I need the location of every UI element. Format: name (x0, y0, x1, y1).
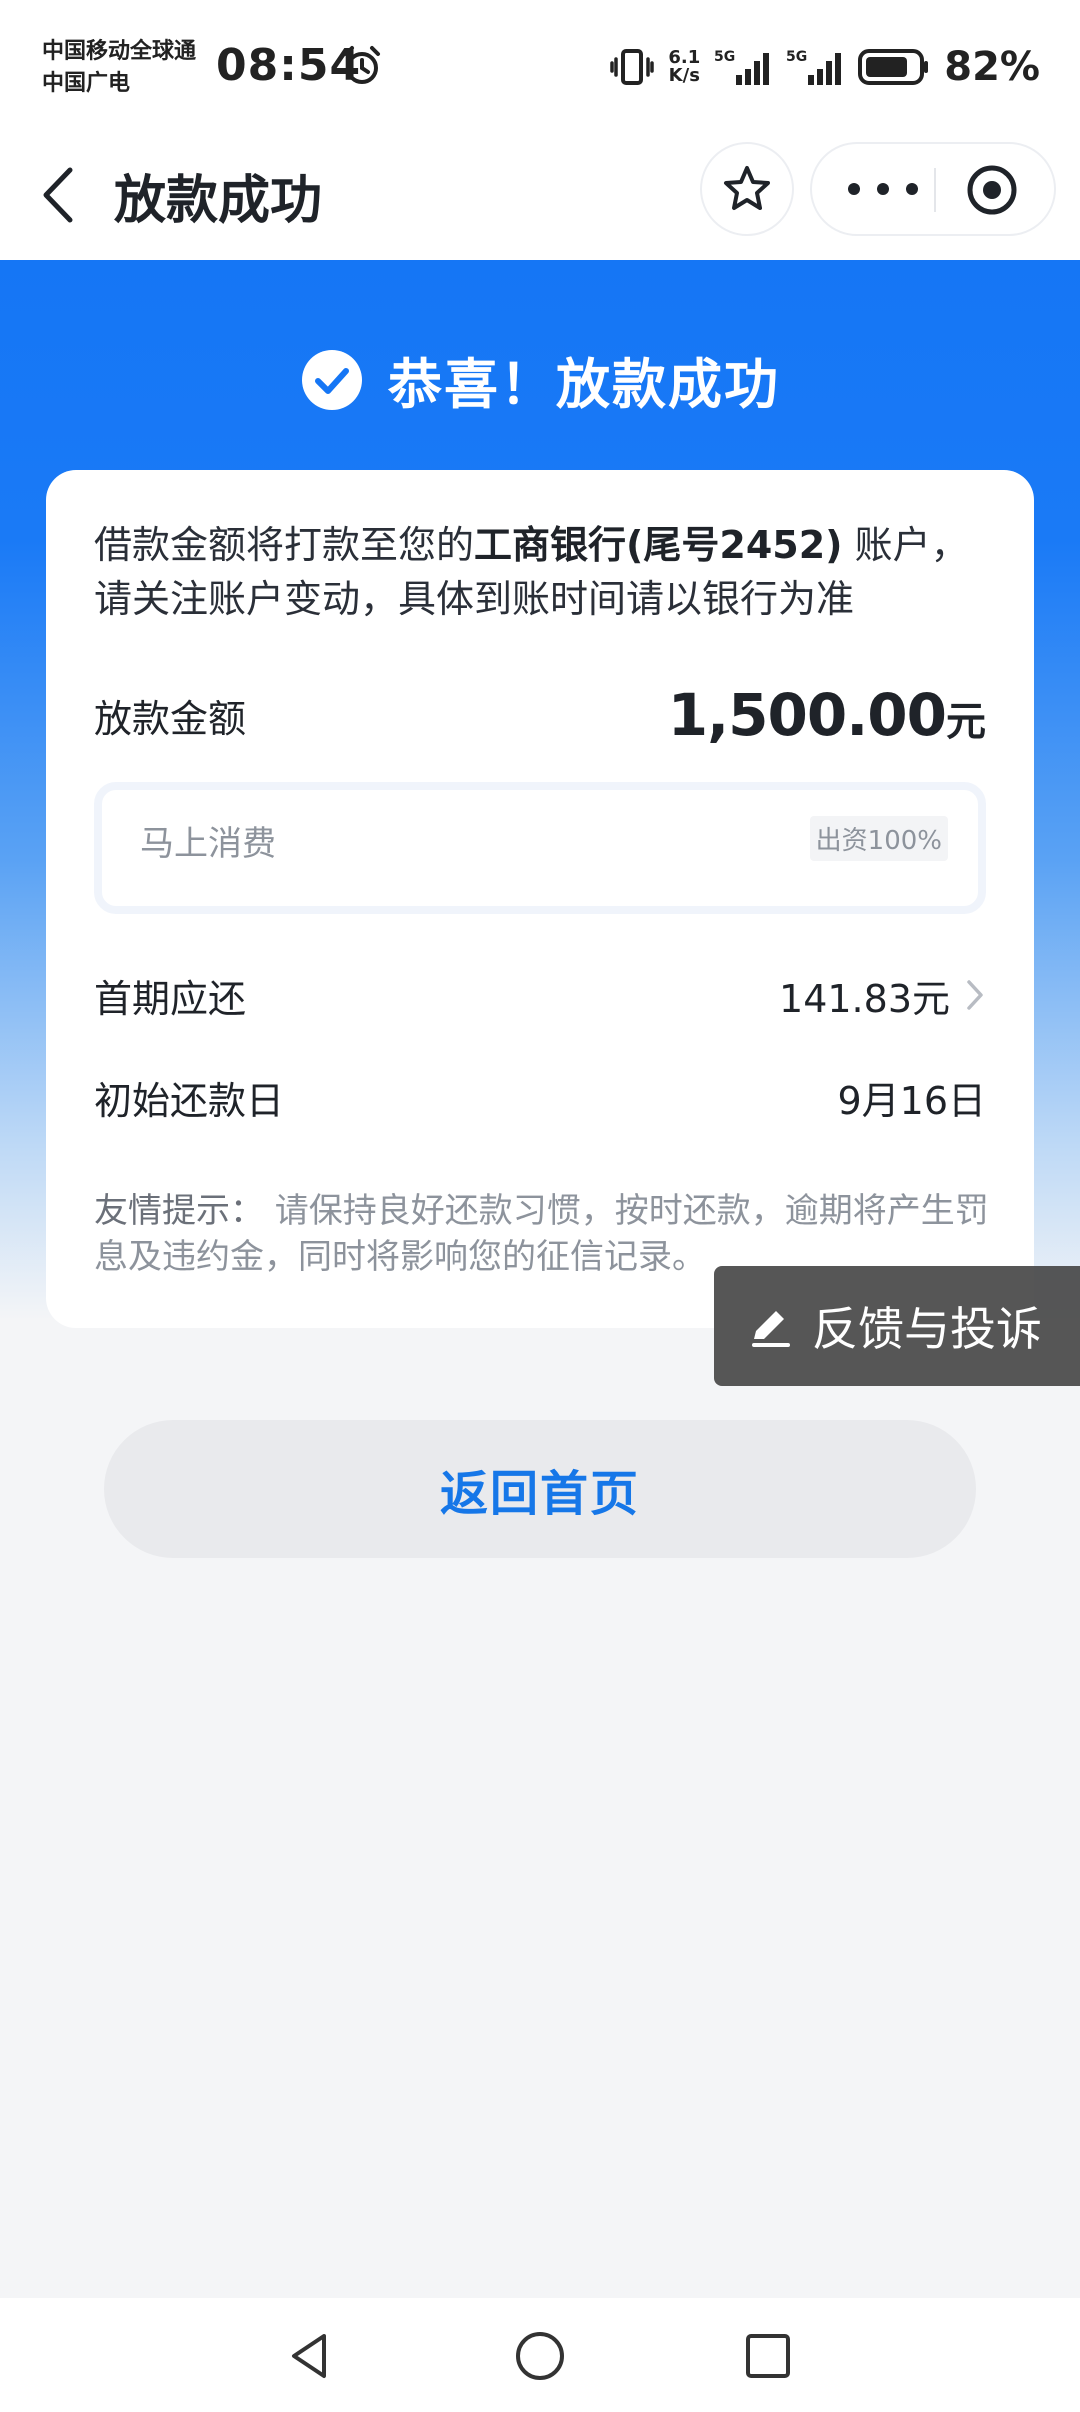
carrier-info: 中国移动全球通 中国广电 (42, 36, 196, 100)
battery-icon (858, 49, 929, 85)
notice-prefix: 借款金额将打款至您的 (94, 523, 475, 567)
funder-box: 马上消费 出资100% (94, 782, 986, 914)
page-title: 放款成功 (114, 171, 323, 231)
chevron-left-icon[interactable] (36, 160, 80, 230)
net-speed-unit: K/s (668, 65, 700, 86)
first-repayment-row[interactable]: 首期应还 141.83元 (94, 960, 986, 1030)
pencil-icon (752, 1311, 790, 1347)
notice-bank: 工商银行(尾号2452) (474, 523, 843, 567)
success-text: 恭喜！放款成功 (388, 353, 780, 416)
loan-amount-row: 放款金额 1,500.00元 (94, 680, 986, 750)
first-repayment: 141.83元 (779, 968, 986, 1023)
transfer-notice: 借款金额将打款至您的工商银行(尾号2452) 账户，请关注账户变动，具体到账时间… (94, 518, 994, 626)
status-indicators: 6.1 K/s 5G 5G 82% (610, 42, 1040, 92)
alarm-clock-icon (344, 46, 380, 84)
repayment-date-label: 初始还款日 (94, 1078, 285, 1123)
first-repayment-label: 首期应还 (94, 976, 247, 1021)
loan-amount-unit: 元 (946, 699, 986, 745)
vibrate-icon (610, 49, 655, 85)
tips-label: 友情提示： (94, 1191, 264, 1231)
more-dots-icon[interactable] (848, 166, 918, 212)
loan-amount: 1,500.00元 (668, 681, 986, 749)
mini-program-capsule (810, 142, 1056, 236)
back-to-home-button[interactable]: 返回首页 (104, 1420, 976, 1558)
repayment-date-value: 9月16日 (837, 1078, 986, 1123)
battery-percent: 82% (944, 44, 1040, 90)
nav-bar: 放款成功 (0, 130, 1080, 260)
repayment-date-row: 初始还款日 9月16日 (94, 1062, 986, 1132)
feedback-label: 反馈与投诉 (812, 1302, 1042, 1356)
system-recent-apps-icon[interactable] (740, 2328, 796, 2384)
check-circle-icon (302, 349, 362, 410)
success-headline: 恭喜！放款成功 (0, 340, 1080, 419)
chevron-right-icon (967, 980, 983, 1010)
capsule-divider (934, 168, 936, 212)
carrier-line-2: 中国广电 (42, 71, 131, 96)
system-back-icon[interactable] (282, 2328, 338, 2384)
carrier-line-1: 中国移动全球通 (42, 39, 197, 64)
signal-5g-secondary-icon: 5G (786, 49, 842, 85)
feedback-complaint-button[interactable]: 反馈与投诉 (714, 1266, 1080, 1386)
net-speed: 6.1 K/s (668, 49, 700, 85)
status-bar: 中国移动全球通 中国广电 08:54 6.1 K/s 5G 5G 82% (0, 0, 1080, 130)
loan-info-card: 借款金额将打款至您的工商银行(尾号2452) 账户，请关注账户变动，具体到账时间… (46, 470, 1034, 1328)
target-circle-icon[interactable] (964, 162, 1020, 218)
signal-2-label: 5G (786, 49, 807, 65)
funder-share-badge: 出资100% (809, 816, 948, 861)
loan-amount-label: 放款金额 (94, 696, 247, 741)
funder-name: 马上消费 (140, 824, 276, 864)
first-repayment-value: 141.83元 (779, 976, 950, 1021)
signal-1-label: 5G (714, 49, 735, 65)
signal-5g-icon: 5G (714, 49, 770, 85)
system-navigation-bar (0, 2298, 1080, 2412)
system-home-icon[interactable] (512, 2328, 568, 2384)
star-icon (724, 166, 770, 210)
loan-amount-value: 1,500.00 (667, 681, 947, 749)
favorite-button[interactable] (700, 142, 794, 236)
